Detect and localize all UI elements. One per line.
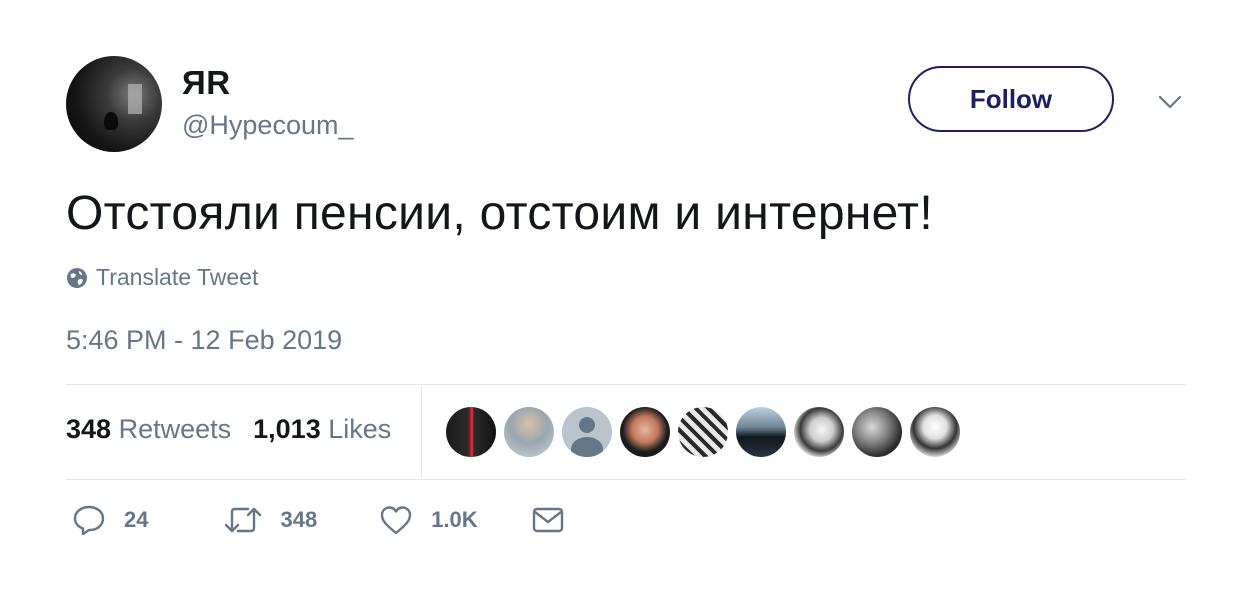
liker-avatar[interactable] [910, 407, 960, 457]
envelope-icon [532, 507, 563, 533]
likes-stat[interactable]: 1,013 Likes [253, 414, 391, 444]
globe-icon [67, 267, 87, 288]
likes-label: Likes [328, 414, 392, 444]
retweet-action[interactable]: 348 [224, 505, 317, 535]
avatar-window-detail [128, 84, 142, 114]
retweets-label: Retweets [118, 414, 232, 444]
like-count: 1.0K [431, 507, 478, 532]
liker-avatar[interactable] [678, 407, 728, 457]
like-action[interactable]: 1.0K [379, 505, 478, 535]
chevron-down-icon[interactable] [1156, 88, 1184, 116]
avatar-figure-detail [104, 112, 118, 130]
translate-label[interactable]: Translate Tweet [96, 264, 258, 291]
tweet-actions: 24 348 1.0K [66, 504, 582, 536]
divider-top [66, 384, 1186, 385]
tweet-timestamp[interactable]: 5:46 PM - 12 Feb 2019 [66, 325, 342, 356]
liker-avatar[interactable] [620, 407, 670, 457]
liker-avatar[interactable] [446, 407, 496, 457]
user-handle[interactable]: @Hypecoum_ [182, 110, 353, 141]
likes-count: 1,013 [253, 414, 321, 444]
reply-action[interactable]: 24 [72, 504, 148, 536]
liker-avatar[interactable] [736, 407, 786, 457]
retweet-count: 348 [280, 507, 318, 532]
tweet-stats: 348 Retweets 1,013 Likes [66, 414, 391, 445]
divider-vertical [421, 386, 422, 478]
liker-avatar[interactable] [852, 407, 902, 457]
reply-icon [73, 505, 105, 536]
liker-avatar[interactable] [562, 407, 612, 457]
likers-avatars [446, 407, 968, 457]
retweets-count: 348 [66, 414, 112, 444]
retweet-icon [225, 507, 262, 533]
divider-bottom [66, 479, 1186, 480]
retweets-stat[interactable]: 348 Retweets [66, 414, 231, 444]
user-avatar[interactable] [66, 56, 162, 152]
direct-message-action[interactable] [532, 507, 582, 533]
reply-count: 24 [124, 507, 149, 532]
tweet-text: Отстояли пенсии, отстоим и интернет! [66, 187, 933, 240]
translate-tweet-link[interactable]: Translate Tweet [66, 264, 258, 291]
liker-avatar[interactable] [504, 407, 554, 457]
follow-button[interactable]: Follow [908, 66, 1114, 132]
heart-icon [381, 506, 412, 535]
liker-avatar[interactable] [794, 407, 844, 457]
display-name[interactable]: ЯR [182, 64, 231, 102]
